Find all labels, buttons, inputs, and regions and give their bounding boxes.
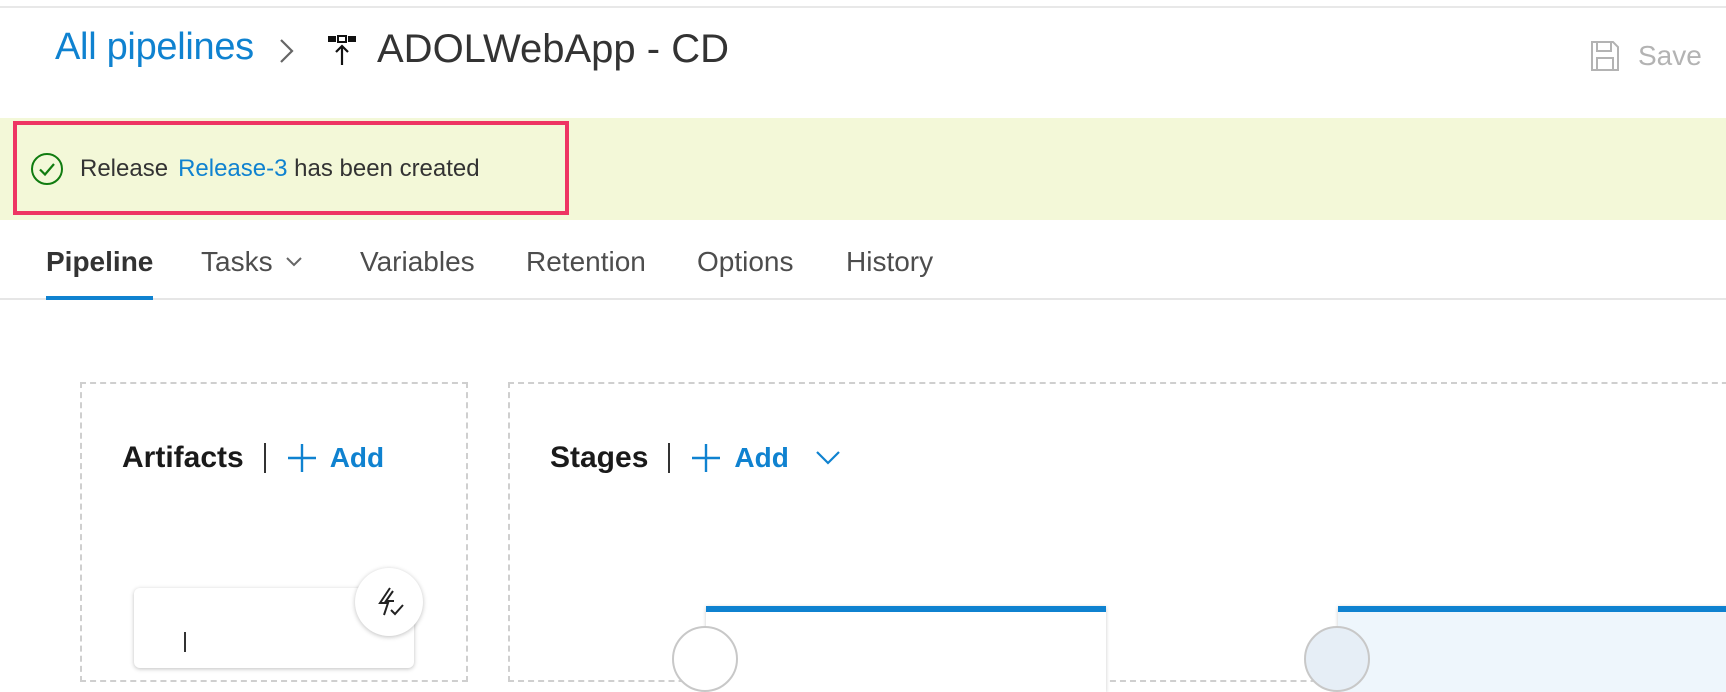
tab-history[interactable]: History: [846, 246, 933, 278]
tab-label: History: [846, 246, 934, 277]
pipeline-title: ADOLWebApp - CD: [377, 27, 729, 71]
stage-pre-deployment-node[interactable]: [672, 626, 738, 692]
header-divider: [263, 443, 266, 473]
chevron-down-icon: [285, 257, 302, 267]
plus-icon: [287, 444, 316, 472]
stage-pre-deployment-node[interactable]: [1304, 626, 1370, 692]
check-circle-icon: [31, 153, 63, 185]
notification-prefix: Release: [80, 155, 169, 182]
stage-card[interactable]: [706, 606, 1106, 692]
stages-title: Stages: [550, 441, 649, 474]
add-artifact-button[interactable]: Add: [286, 442, 384, 474]
continuous-deployment-trigger-icon: [378, 587, 404, 616]
add-stage-button[interactable]: Add: [690, 442, 840, 474]
artifact-card-marker: [184, 632, 186, 652]
artifacts-title: Artifacts: [122, 441, 244, 474]
tab-retention[interactable]: Retention: [526, 246, 646, 278]
save-button[interactable]: Save: [1590, 38, 1702, 74]
stages-header: Stages Add: [550, 438, 841, 478]
plus-icon: [692, 444, 721, 472]
release-link[interactable]: Release-3: [178, 155, 287, 182]
notification-suffix: has been created: [294, 155, 480, 182]
add-artifact-label: Add: [329, 442, 385, 473]
pipeline-tabs: Pipeline Tasks Variables Retention Optio…: [0, 220, 1726, 300]
tab-options[interactable]: Options: [697, 246, 794, 278]
tab-pipeline[interactable]: Pipeline: [46, 246, 153, 278]
tab-label: Variables: [360, 246, 475, 277]
tab-label: Retention: [526, 246, 646, 277]
continuous-deployment-trigger-button[interactable]: [355, 568, 423, 636]
add-stage-label: Add: [734, 442, 789, 473]
tab-label: Options: [697, 246, 794, 277]
page-header: All pipelines ADOLWebApp - CD Save: [0, 0, 1726, 118]
breadcrumb-all-pipelines-link[interactable]: All pipelines: [55, 26, 254, 69]
chevron-down-icon[interactable]: [815, 450, 841, 466]
notification-message: Release Release-3 has been created: [80, 152, 480, 186]
active-tab-indicator: [46, 296, 153, 300]
tab-variables[interactable]: Variables: [360, 246, 475, 278]
tab-label: Pipeline: [46, 246, 154, 277]
header-divider: [668, 443, 671, 473]
tab-tasks[interactable]: Tasks: [201, 246, 303, 278]
save-label: Save: [1638, 40, 1702, 71]
tab-label: Tasks: [201, 246, 273, 277]
chevron-right-icon: [280, 39, 294, 63]
stage-card[interactable]: [1338, 606, 1726, 692]
release-pipeline-icon: [328, 35, 356, 65]
artifacts-header: Artifacts Add: [122, 438, 384, 478]
floppy-disk-icon: [1591, 41, 1619, 71]
